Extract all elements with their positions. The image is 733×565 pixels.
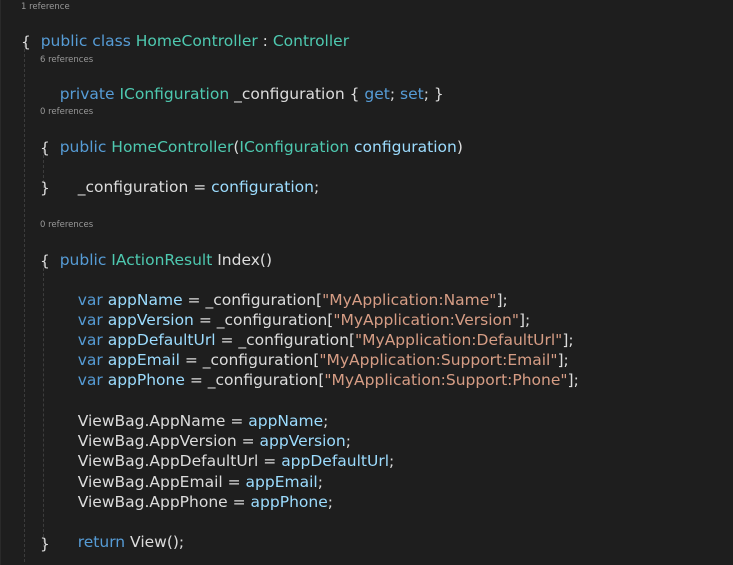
keyword-public: public bbox=[59, 251, 107, 269]
code-line-viewbag-appname: ViewBag.AppName = appName; bbox=[58, 393, 329, 430]
code-line-var-appversion: var appVersion = _configuration["MyAppli… bbox=[58, 292, 531, 329]
keyword-public: public bbox=[59, 138, 107, 156]
field-reference: _configuration bbox=[77, 178, 189, 196]
code-lens-config-references[interactable]: 6 references bbox=[40, 55, 93, 65]
semicolon: ; bbox=[327, 493, 333, 511]
keyword-class: class bbox=[92, 32, 131, 50]
string-literal: "MyApplication:Support:Phone" bbox=[324, 371, 568, 389]
keyword-public: public bbox=[40, 32, 88, 50]
code-lens-index-references[interactable]: 0 references bbox=[40, 220, 93, 230]
assign-operator: = bbox=[188, 178, 212, 196]
code-line-constructor-body: _configuration = configuration; bbox=[58, 159, 319, 196]
base-class-name: Controller bbox=[272, 32, 350, 50]
semicolon: ; bbox=[389, 85, 400, 103]
code-line-var-appemail: var appEmail = _configuration["MyApplica… bbox=[58, 332, 569, 369]
code-line-viewbag-appdefaulturl: ViewBag.AppDefaultUrl = appDefaultUrl; bbox=[58, 433, 395, 470]
code-line-viewbag-appemail: ViewBag.AppEmail = appEmail; bbox=[58, 454, 323, 491]
code-line-var-appphone: var appPhone = _configuration["MyApplica… bbox=[58, 352, 579, 389]
class-name: HomeController bbox=[135, 32, 258, 50]
code-line-class-declaration: public class HomeController : Controller bbox=[21, 13, 349, 50]
semicolon: ; bbox=[389, 452, 395, 470]
local-variable: appPhone bbox=[250, 493, 328, 511]
indexer-access: = _configuration[ bbox=[184, 371, 325, 389]
local-variable: appPhone bbox=[107, 371, 185, 389]
keyword-var: var bbox=[77, 371, 103, 389]
keyword-return: return bbox=[77, 533, 126, 551]
statement-end: ]; bbox=[567, 371, 579, 389]
indent-guide-class bbox=[24, 44, 25, 562]
code-line-configuration-field: private IConfiguration _configuration { … bbox=[40, 66, 444, 103]
code-line-var-appdefaulturl: var appDefaultUrl = _configuration["MyAp… bbox=[58, 312, 574, 349]
code-lens-ctor-references[interactable]: 0 references bbox=[40, 107, 93, 117]
colon: : bbox=[257, 32, 273, 50]
index-close-brace: } bbox=[40, 535, 50, 553]
constructor-name: HomeController bbox=[111, 138, 234, 156]
code-line-viewbag-appversion: ViewBag.AppVersion = appVersion; bbox=[58, 413, 351, 450]
code-line-index-signature: public IActionResult Index() bbox=[40, 232, 272, 269]
code-lens-class-references[interactable]: 1 reference bbox=[21, 2, 70, 12]
code-line-viewbag-appphone: ViewBag.AppPhone = appPhone; bbox=[58, 474, 333, 511]
class-open-brace: { bbox=[21, 33, 31, 51]
close-paren: ) bbox=[456, 138, 463, 156]
param-reference: configuration bbox=[211, 178, 314, 196]
keyword-get: get bbox=[364, 85, 390, 103]
method-name: Index() bbox=[212, 251, 273, 269]
editor-left-edge bbox=[0, 0, 1, 565]
code-line-return-view: return View(); bbox=[58, 514, 184, 551]
index-open-brace: { bbox=[40, 252, 50, 270]
ctor-close-brace: } bbox=[40, 179, 50, 197]
return-type: IActionResult bbox=[111, 251, 213, 269]
closing-brace: ; } bbox=[423, 85, 444, 103]
code-editor[interactable]: 1 reference public class HomeController … bbox=[0, 0, 733, 565]
param-name: configuration bbox=[354, 138, 457, 156]
ctor-open-brace: { bbox=[40, 139, 50, 157]
viewbag-assignment: ViewBag.AppPhone = bbox=[77, 493, 251, 511]
type-iconfiguration: IConfiguration bbox=[119, 85, 230, 103]
param-type: IConfiguration bbox=[239, 138, 350, 156]
view-call: View(); bbox=[125, 533, 185, 551]
semicolon: ; bbox=[313, 178, 320, 196]
code-line-var-appname: var appName = _configuration["MyApplicat… bbox=[58, 272, 508, 309]
keyword-private: private bbox=[59, 85, 115, 103]
indent-guide-index bbox=[43, 263, 44, 547]
field-name: _configuration { bbox=[229, 85, 365, 103]
keyword-set: set bbox=[400, 85, 424, 103]
code-line-constructor-signature: public HomeController(IConfiguration con… bbox=[40, 119, 463, 156]
